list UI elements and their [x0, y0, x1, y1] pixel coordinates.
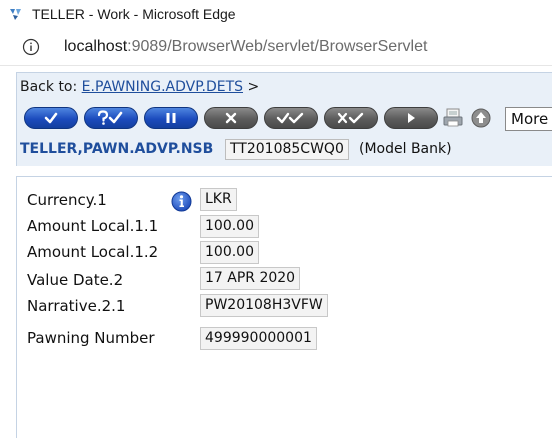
x-check-icon: [337, 112, 364, 124]
hold-button[interactable]: [144, 107, 198, 129]
amount-local-1-field[interactable]: 100.00: [200, 215, 259, 238]
field-label-amount-local-1: Amount Local.1.1: [27, 217, 159, 235]
question-check-icon: [97, 110, 123, 125]
reverse-button[interactable]: [324, 107, 378, 129]
amount-local-2-field[interactable]: 100.00: [200, 241, 259, 264]
next-button[interactable]: [384, 107, 438, 129]
field-label-amount-local-2: Amount Local.1.2: [27, 243, 159, 261]
delete-button[interactable]: [204, 107, 258, 129]
back-to-link[interactable]: E.PAWNING.ADVP.DETS: [82, 79, 243, 95]
info-icon[interactable]: [171, 191, 192, 212]
address-bar[interactable]: localhost:9089/BrowserWeb/servlet/Browse…: [0, 30, 552, 66]
url-text[interactable]: localhost:9089/BrowserWeb/servlet/Browse…: [64, 38, 427, 56]
check-icon: [44, 112, 58, 124]
field-label-currency: Currency.1: [27, 191, 107, 209]
field-label-pawning-number: Pawning Number: [27, 329, 155, 347]
site-info-icon[interactable]: [22, 38, 40, 56]
validate-button[interactable]: [84, 107, 138, 129]
company-name: (Model Bank): [359, 141, 452, 157]
application-name: TELLER,PAWN.ADVP.NSB: [20, 141, 214, 157]
currency-field[interactable]: LKR: [200, 188, 237, 211]
record-id-field[interactable]: TT201085CWQ0: [225, 139, 349, 160]
double-check-icon: [276, 112, 304, 124]
url-path: :9089/BrowserWeb/servlet/BrowserServlet: [127, 38, 428, 55]
transaction-header: Back to: E.PAWNING.ADVP.DETS > More TELL…: [16, 72, 552, 166]
back-to-nav: Back to: E.PAWNING.ADVP.DETS >: [20, 79, 259, 95]
window-title: TELLER - Work - Microsoft Edge: [32, 6, 236, 22]
x-icon: [225, 112, 237, 124]
commit-button[interactable]: [24, 107, 78, 129]
print-icon[interactable]: [442, 108, 464, 128]
transaction-form: Currency.1 LKR Amount Local.1.1 100.00 A…: [16, 176, 552, 438]
title-bar: TELLER - Work - Microsoft Edge: [0, 0, 552, 30]
url-host: localhost: [64, 38, 128, 55]
more-actions-dropdown[interactable]: More A: [505, 107, 552, 131]
app-logo-icon: [10, 9, 21, 20]
authorise-button[interactable]: [264, 107, 318, 129]
back-to-label: Back to:: [20, 79, 78, 95]
value-date-field[interactable]: 17 APR 2020: [200, 267, 301, 290]
pawning-number-field[interactable]: 499990000001: [200, 327, 317, 350]
field-label-narrative: Narrative.2.1: [27, 297, 126, 315]
pause-icon: [166, 113, 176, 123]
play-icon: [408, 113, 415, 123]
back-to-suffix: >: [247, 79, 260, 95]
upload-icon[interactable]: [470, 108, 492, 128]
narrative-field[interactable]: PW20108H3VFW: [200, 294, 328, 317]
toolbar: More A: [24, 107, 552, 131]
field-label-value-date: Value Date.2: [27, 271, 124, 289]
